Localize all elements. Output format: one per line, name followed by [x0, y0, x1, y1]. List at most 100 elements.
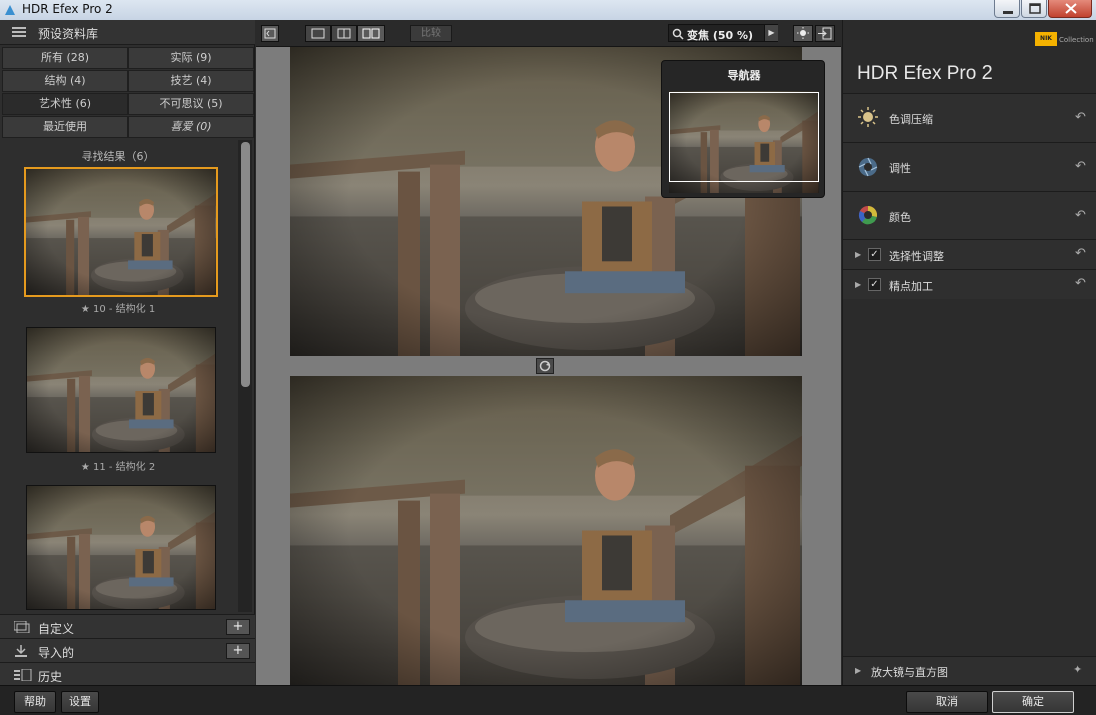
filter-label: 色调压缩 [889, 113, 933, 126]
preview-toolbar: 比较 变焦 (50 %) ▶ [256, 20, 841, 47]
exit-icon [818, 27, 832, 40]
maximize-icon [1029, 3, 1041, 14]
imported-section[interactable]: 导入的 + [0, 638, 255, 662]
preset-thumbnail[interactable] [24, 167, 218, 297]
aperture-icon [858, 157, 878, 177]
loupe-histogram-section[interactable]: ▶ 放大镜与直方图 ✦ [843, 656, 1096, 685]
history-section[interactable]: 历史 [0, 662, 255, 685]
window-title: HDR Efex Pro 2 [22, 2, 113, 16]
reset-icon[interactable]: ↶ [1075, 246, 1086, 261]
category-realistic[interactable]: 实际 (9) [128, 47, 254, 69]
reset-icon[interactable]: ↶ [1075, 110, 1086, 125]
filter-label: 颜色 [889, 211, 911, 224]
category-artistic[interactable]: 艺术性 (6) [2, 93, 128, 115]
custom-label: 自定义 [38, 622, 75, 636]
reset-icon[interactable]: ↶ [1075, 208, 1086, 223]
category-favorites[interactable]: 喜爱 (0) [128, 116, 254, 138]
side-by-side-icon [362, 28, 380, 39]
expand-arrow-icon[interactable]: ▶ [855, 666, 861, 675]
library-title: 预设资料库 [38, 27, 99, 41]
reset-icon[interactable]: ↶ [1075, 159, 1086, 174]
filter-label: 调性 [889, 162, 911, 175]
finishing-section[interactable]: ▶ ✓ 精点加工 ↶ [843, 269, 1096, 299]
title-bar: HDR Efex Pro 2 [0, 0, 1096, 20]
preset-scrollbar-thumb[interactable] [241, 142, 250, 387]
category-structure[interactable]: 结构 (4) [2, 70, 128, 92]
zoom-value: 变焦 (50 %) [687, 29, 754, 42]
app-title: HDR Efex Pro 2 [857, 62, 993, 85]
single-view-button[interactable] [305, 25, 331, 42]
single-view-icon [311, 28, 325, 39]
preview-area: 比较 变焦 (50 %) ▶ 导航器 [256, 20, 841, 685]
minimize-button[interactable] [994, 0, 1020, 18]
cancel-button[interactable]: 取消 [906, 691, 988, 713]
preview-image-bottom[interactable] [290, 376, 802, 685]
sun-icon [858, 107, 878, 127]
loupe-histogram-label: 放大镜与直方图 [871, 666, 948, 679]
category-recent[interactable]: 最近使用 [2, 116, 128, 138]
light-icon [797, 27, 809, 39]
swap-icon [539, 360, 551, 372]
compare-button[interactable]: 比较 [410, 25, 452, 42]
library-header: 预设资料库 [0, 20, 255, 45]
close-button[interactable] [1048, 0, 1092, 18]
filter-tonality[interactable]: 调性 ↶ [843, 142, 1096, 191]
magnifier-icon [672, 28, 684, 40]
preset-caption: ★ 10 - 结构化 1 [80, 304, 156, 315]
app-logo-icon [5, 5, 15, 15]
toggle-controls-button[interactable] [815, 25, 835, 42]
expand-arrow-icon[interactable]: ▶ [855, 280, 861, 289]
zoom-dropdown[interactable]: 变焦 (50 %) ▶ [668, 24, 778, 42]
finishing-label: 精点加工 [889, 280, 933, 293]
background-light-button[interactable] [793, 25, 813, 42]
nik-logo: NIK [1035, 32, 1057, 46]
preset-thumbnail[interactable] [26, 327, 216, 453]
finishing-checkbox[interactable]: ✓ [868, 278, 881, 291]
zoom-arrow-icon[interactable]: ▶ [764, 25, 778, 41]
reset-icon[interactable]: ↶ [1075, 276, 1086, 291]
navigator-title: 导航器 [727, 69, 761, 82]
close-icon [1065, 3, 1077, 14]
plus-icon: + [232, 619, 244, 634]
category-surreal[interactable]: 不可思议 (5) [128, 93, 254, 115]
swap-button[interactable] [536, 358, 554, 374]
custom-icon [14, 621, 30, 633]
pin-icon[interactable]: ✦ [1073, 663, 1082, 676]
import-icon [15, 645, 27, 657]
minimize-icon [1003, 11, 1013, 14]
side-by-side-view-button[interactable] [357, 25, 385, 42]
expand-arrow-icon[interactable]: ▶ [855, 250, 861, 259]
category-craft[interactable]: 技艺 (4) [128, 70, 254, 92]
toggle-library-button[interactable] [261, 25, 279, 42]
selective-adjustments-label: 选择性调整 [889, 250, 944, 263]
filter-color[interactable]: 颜色 ↶ [843, 191, 1096, 239]
help-button[interactable]: 帮助 [14, 691, 56, 713]
maximize-button[interactable] [1021, 0, 1047, 18]
app-title-version: 2 [981, 62, 993, 84]
navigator-panel: 导航器 [661, 60, 825, 198]
plus-icon: + [232, 643, 244, 658]
selective-adjustments-checkbox[interactable]: ✓ [868, 248, 881, 261]
imported-label: 导入的 [38, 646, 75, 660]
preset-thumbnail[interactable] [26, 485, 216, 610]
search-results-title: 寻找结果（6） [81, 150, 155, 163]
split-view-icon [337, 28, 351, 39]
color-wheel-icon [858, 205, 878, 225]
ok-button[interactable]: 确定 [992, 691, 1074, 713]
selective-adjustments-section[interactable]: ▶ ✓ 选择性调整 ↶ [843, 239, 1096, 269]
settings-button[interactable]: 设置 [61, 691, 99, 713]
filter-tone-compression[interactable]: 色调压缩 ↶ [843, 93, 1096, 142]
custom-section[interactable]: 自定义 + [0, 614, 255, 638]
preset-library-panel: 预设资料库 所有 (28) 实际 (9) 结构 (4) 技艺 (4) 艺术性 (… [0, 20, 255, 685]
list-icon [12, 27, 26, 37]
history-label: 历史 [38, 670, 63, 684]
panel-toggle-icon [264, 28, 276, 39]
category-all[interactable]: 所有 (28) [2, 47, 128, 69]
split-view-button[interactable] [331, 25, 357, 42]
collection-label: Collection [1059, 36, 1094, 44]
preset-caption: ★ 11 - 结构化 2 [80, 462, 156, 473]
history-icon [14, 669, 32, 681]
add-import-button[interactable]: + [226, 643, 250, 659]
add-custom-button[interactable]: + [226, 619, 250, 635]
navigator-viewport-frame[interactable] [669, 92, 819, 182]
